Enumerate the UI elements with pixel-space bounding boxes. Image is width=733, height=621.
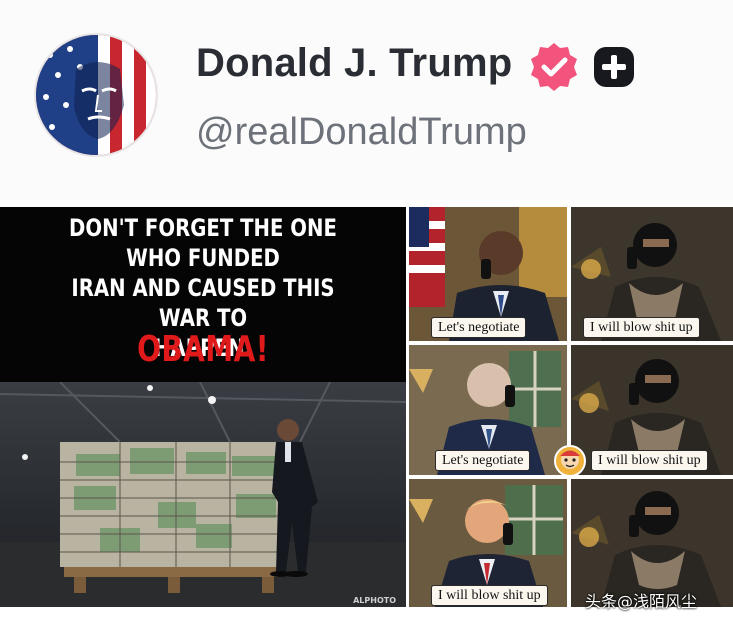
verified-badge-icon: [528, 41, 580, 93]
user-handle[interactable]: @realDonaldTrump: [196, 111, 527, 154]
meme-panel: DON'T FORGET THE ONE WHO FUNDED IRAN AND…: [0, 207, 406, 607]
meme-name: OBAMA!: [137, 329, 269, 370]
speech-bubble: Let's negotiate: [431, 317, 527, 338]
speech-bubble: I will blow shit up: [431, 585, 548, 606]
profile-header: Donald J. Trump @realDonaldTrump: [0, 0, 733, 200]
avatar[interactable]: [34, 33, 158, 157]
comic-grid: Let's negotiate I will blow shit up Let'…: [409, 207, 733, 607]
speech-bubble: I will blow shit up: [591, 450, 708, 471]
warehouse-money-illustration: [0, 382, 406, 607]
display-name[interactable]: Donald J. Trump: [196, 41, 512, 86]
flag-portrait-avatar-icon: [36, 35, 156, 155]
meme-caption-line: IRAN AND CAUSED THIS WAR TO: [71, 274, 335, 332]
meme-credit: ALPHOTO: [353, 596, 396, 605]
comic-panel: Let's negotiate: [409, 207, 567, 341]
meme-caption-line: DON'T FORGET THE ONE WHO FUNDED: [69, 214, 337, 272]
platform-watermark: 头条@浅陌风尘: [585, 592, 698, 611]
watermark-avatar-icon: [554, 445, 586, 477]
comic-panel: I will blow shit up: [409, 479, 567, 607]
comic-panel: I will blow shit up: [571, 207, 733, 341]
plus-badge-icon[interactable]: [592, 45, 636, 89]
speech-bubble: Let's negotiate: [435, 450, 531, 471]
comic-panel: I will blow shit up: [571, 345, 733, 475]
post-image[interactable]: DON'T FORGET THE ONE WHO FUNDED IRAN AND…: [0, 207, 733, 612]
comic-panel: Let's negotiate: [409, 345, 567, 475]
speech-bubble: I will blow shit up: [583, 317, 700, 338]
